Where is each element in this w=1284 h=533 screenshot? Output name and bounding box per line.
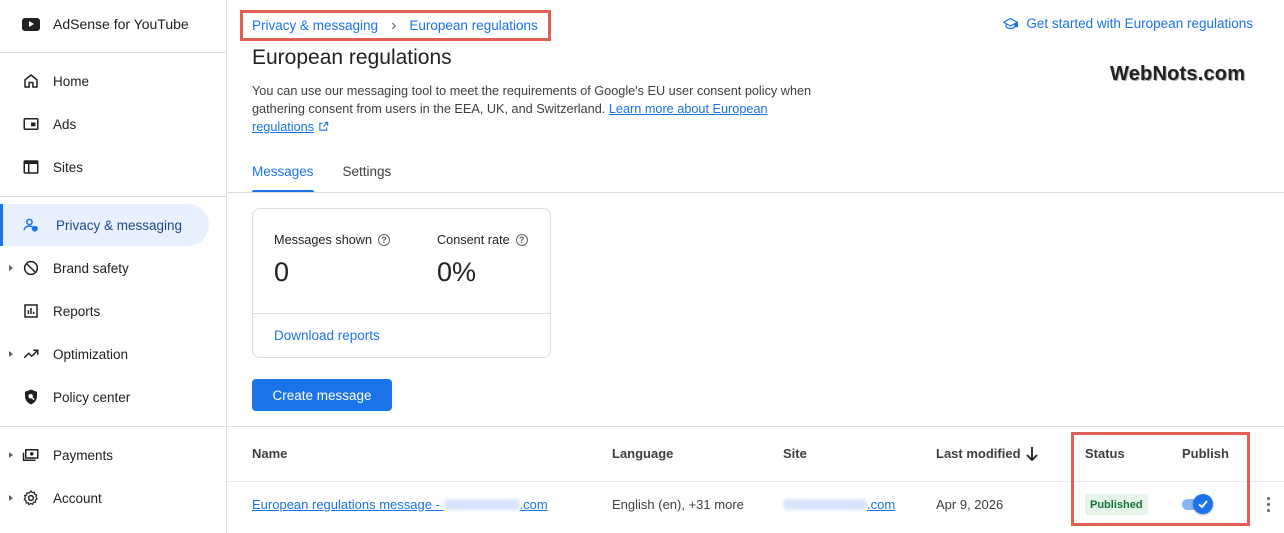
consent-rate-value: 0% [437, 257, 477, 287]
tabs-divider [228, 192, 1284, 193]
youtube-logo-icon [22, 17, 40, 31]
breadcrumb-current[interactable]: European regulations [409, 18, 537, 33]
site-link[interactable]: .com [783, 497, 895, 512]
message-name-link[interactable]: European regulations message - .com [252, 497, 548, 512]
messages-shown-label: Messages shown [274, 233, 373, 247]
sidebar-item-policy-center[interactable]: Policy center [0, 376, 227, 418]
sidebar-item-sites[interactable]: Sites [0, 146, 227, 188]
messages-shown-value: 0 [274, 257, 290, 287]
message-name-prefix: European regulations message - [252, 497, 444, 512]
create-message-button[interactable]: Create message [252, 379, 392, 411]
sidebar-item-label: Home [53, 73, 90, 89]
expand-caret-icon [9, 351, 13, 357]
tab-settings[interactable]: Settings [343, 156, 392, 193]
sidebar-item-account[interactable]: Account [0, 477, 227, 519]
sort-arrow-down-icon[interactable] [1025, 446, 1039, 462]
highlight-annotation-box [1071, 432, 1250, 526]
sidebar-divider [0, 52, 227, 53]
sidebar-item-label: Brand safety [53, 260, 129, 276]
chevron-right-icon: › [391, 16, 397, 34]
site-suffix: .com [867, 497, 896, 512]
sidebar-item-label: Ads [53, 116, 77, 132]
metrics-card: Messages shown ? 0 Consent rate ? 0% Dow… [252, 208, 551, 358]
column-header-name[interactable]: Name [252, 446, 287, 461]
sidebar: AdSense for YouTube Home Ads Sites Priva… [0, 0, 227, 533]
breadcrumb-parent-link[interactable]: Privacy & messaging [252, 18, 378, 33]
sidebar-divider [0, 426, 227, 427]
message-name-suffix: .com [519, 497, 548, 512]
trending-icon [23, 349, 39, 359]
sidebar-item-label: Reports [53, 303, 101, 319]
reports-icon [24, 304, 38, 318]
expand-caret-icon [9, 265, 13, 271]
payments-icon [22, 449, 39, 461]
policy-shield-icon [25, 389, 37, 405]
table-row-site[interactable]: .com [783, 497, 895, 512]
column-header-language[interactable]: Language [612, 446, 673, 461]
breadcrumb: Privacy & messaging › European regulatio… [240, 10, 551, 41]
sidebar-item-home[interactable]: Home [0, 60, 227, 102]
consent-rate-label: Consent rate [437, 233, 510, 247]
brand[interactable]: AdSense for YouTube [22, 14, 189, 34]
column-header-site[interactable]: Site [783, 446, 807, 461]
tab-messages[interactable]: Messages [252, 156, 314, 193]
expand-caret-icon [9, 452, 13, 458]
sidebar-item-label: Account [53, 490, 102, 506]
sidebar-item-privacy-messaging[interactable]: Privacy & messaging [0, 204, 209, 246]
gear-icon [23, 490, 38, 506]
download-reports-link[interactable]: Download reports [274, 328, 380, 343]
home-icon [24, 74, 38, 88]
table-row-language: English (en), +31 more [612, 497, 744, 512]
sidebar-item-label: Payments [53, 447, 114, 463]
get-started-link[interactable]: Get started with European regulations [1003, 16, 1253, 31]
brand-title: AdSense for YouTube [53, 16, 189, 32]
table-row-name[interactable]: European regulations message - .com [252, 497, 548, 512]
card-divider [253, 313, 550, 314]
ads-icon [23, 118, 39, 130]
help-icon[interactable]: ? [378, 234, 391, 246]
metric-label: Messages shown ? [274, 233, 391, 247]
main-content: Privacy & messaging › European regulatio… [228, 0, 1284, 533]
sites-icon [23, 160, 39, 174]
privacy-icon [23, 218, 38, 232]
get-started-label: Get started with European regulations [1026, 16, 1253, 31]
redacted-site [783, 499, 867, 510]
sidebar-item-brand-safety[interactable]: Brand safety [0, 247, 227, 289]
tab-bar: Messages Settings [252, 156, 420, 193]
metric-messages-shown: Messages shown ? 0 [274, 233, 391, 288]
page-title: European regulations [252, 46, 452, 69]
sidebar-item-label: Optimization [53, 346, 129, 362]
sidebar-item-ads[interactable]: Ads [0, 103, 227, 145]
column-header-last-modified[interactable]: Last modified [936, 446, 1021, 461]
metric-consent-rate: Consent rate ? 0% [437, 233, 528, 288]
external-link-icon[interactable] [318, 121, 329, 132]
sidebar-item-label: Privacy & messaging [56, 217, 183, 233]
sidebar-divider [0, 196, 227, 197]
expand-caret-icon [9, 495, 13, 501]
watermark-logo: WebNots.com [1110, 63, 1246, 85]
sidebar-item-label: Sites [53, 159, 84, 175]
more-options-icon[interactable] [1263, 497, 1273, 515]
table-row-last-modified: Apr 9, 2026 [936, 497, 1004, 512]
table-top-border [228, 426, 1284, 427]
help-icon[interactable]: ? [515, 234, 528, 246]
page-description: You can use our messaging tool to meet t… [252, 82, 822, 136]
sidebar-item-payments[interactable]: Payments [0, 434, 227, 476]
block-icon [23, 260, 39, 276]
sidebar-item-label: Policy center [53, 389, 131, 405]
redacted-domain [443, 499, 520, 510]
graduation-cap-icon [1003, 17, 1019, 30]
sidebar-item-optimization[interactable]: Optimization [0, 333, 227, 375]
sidebar-item-reports[interactable]: Reports [0, 290, 227, 332]
metric-label: Consent rate ? [437, 233, 528, 247]
